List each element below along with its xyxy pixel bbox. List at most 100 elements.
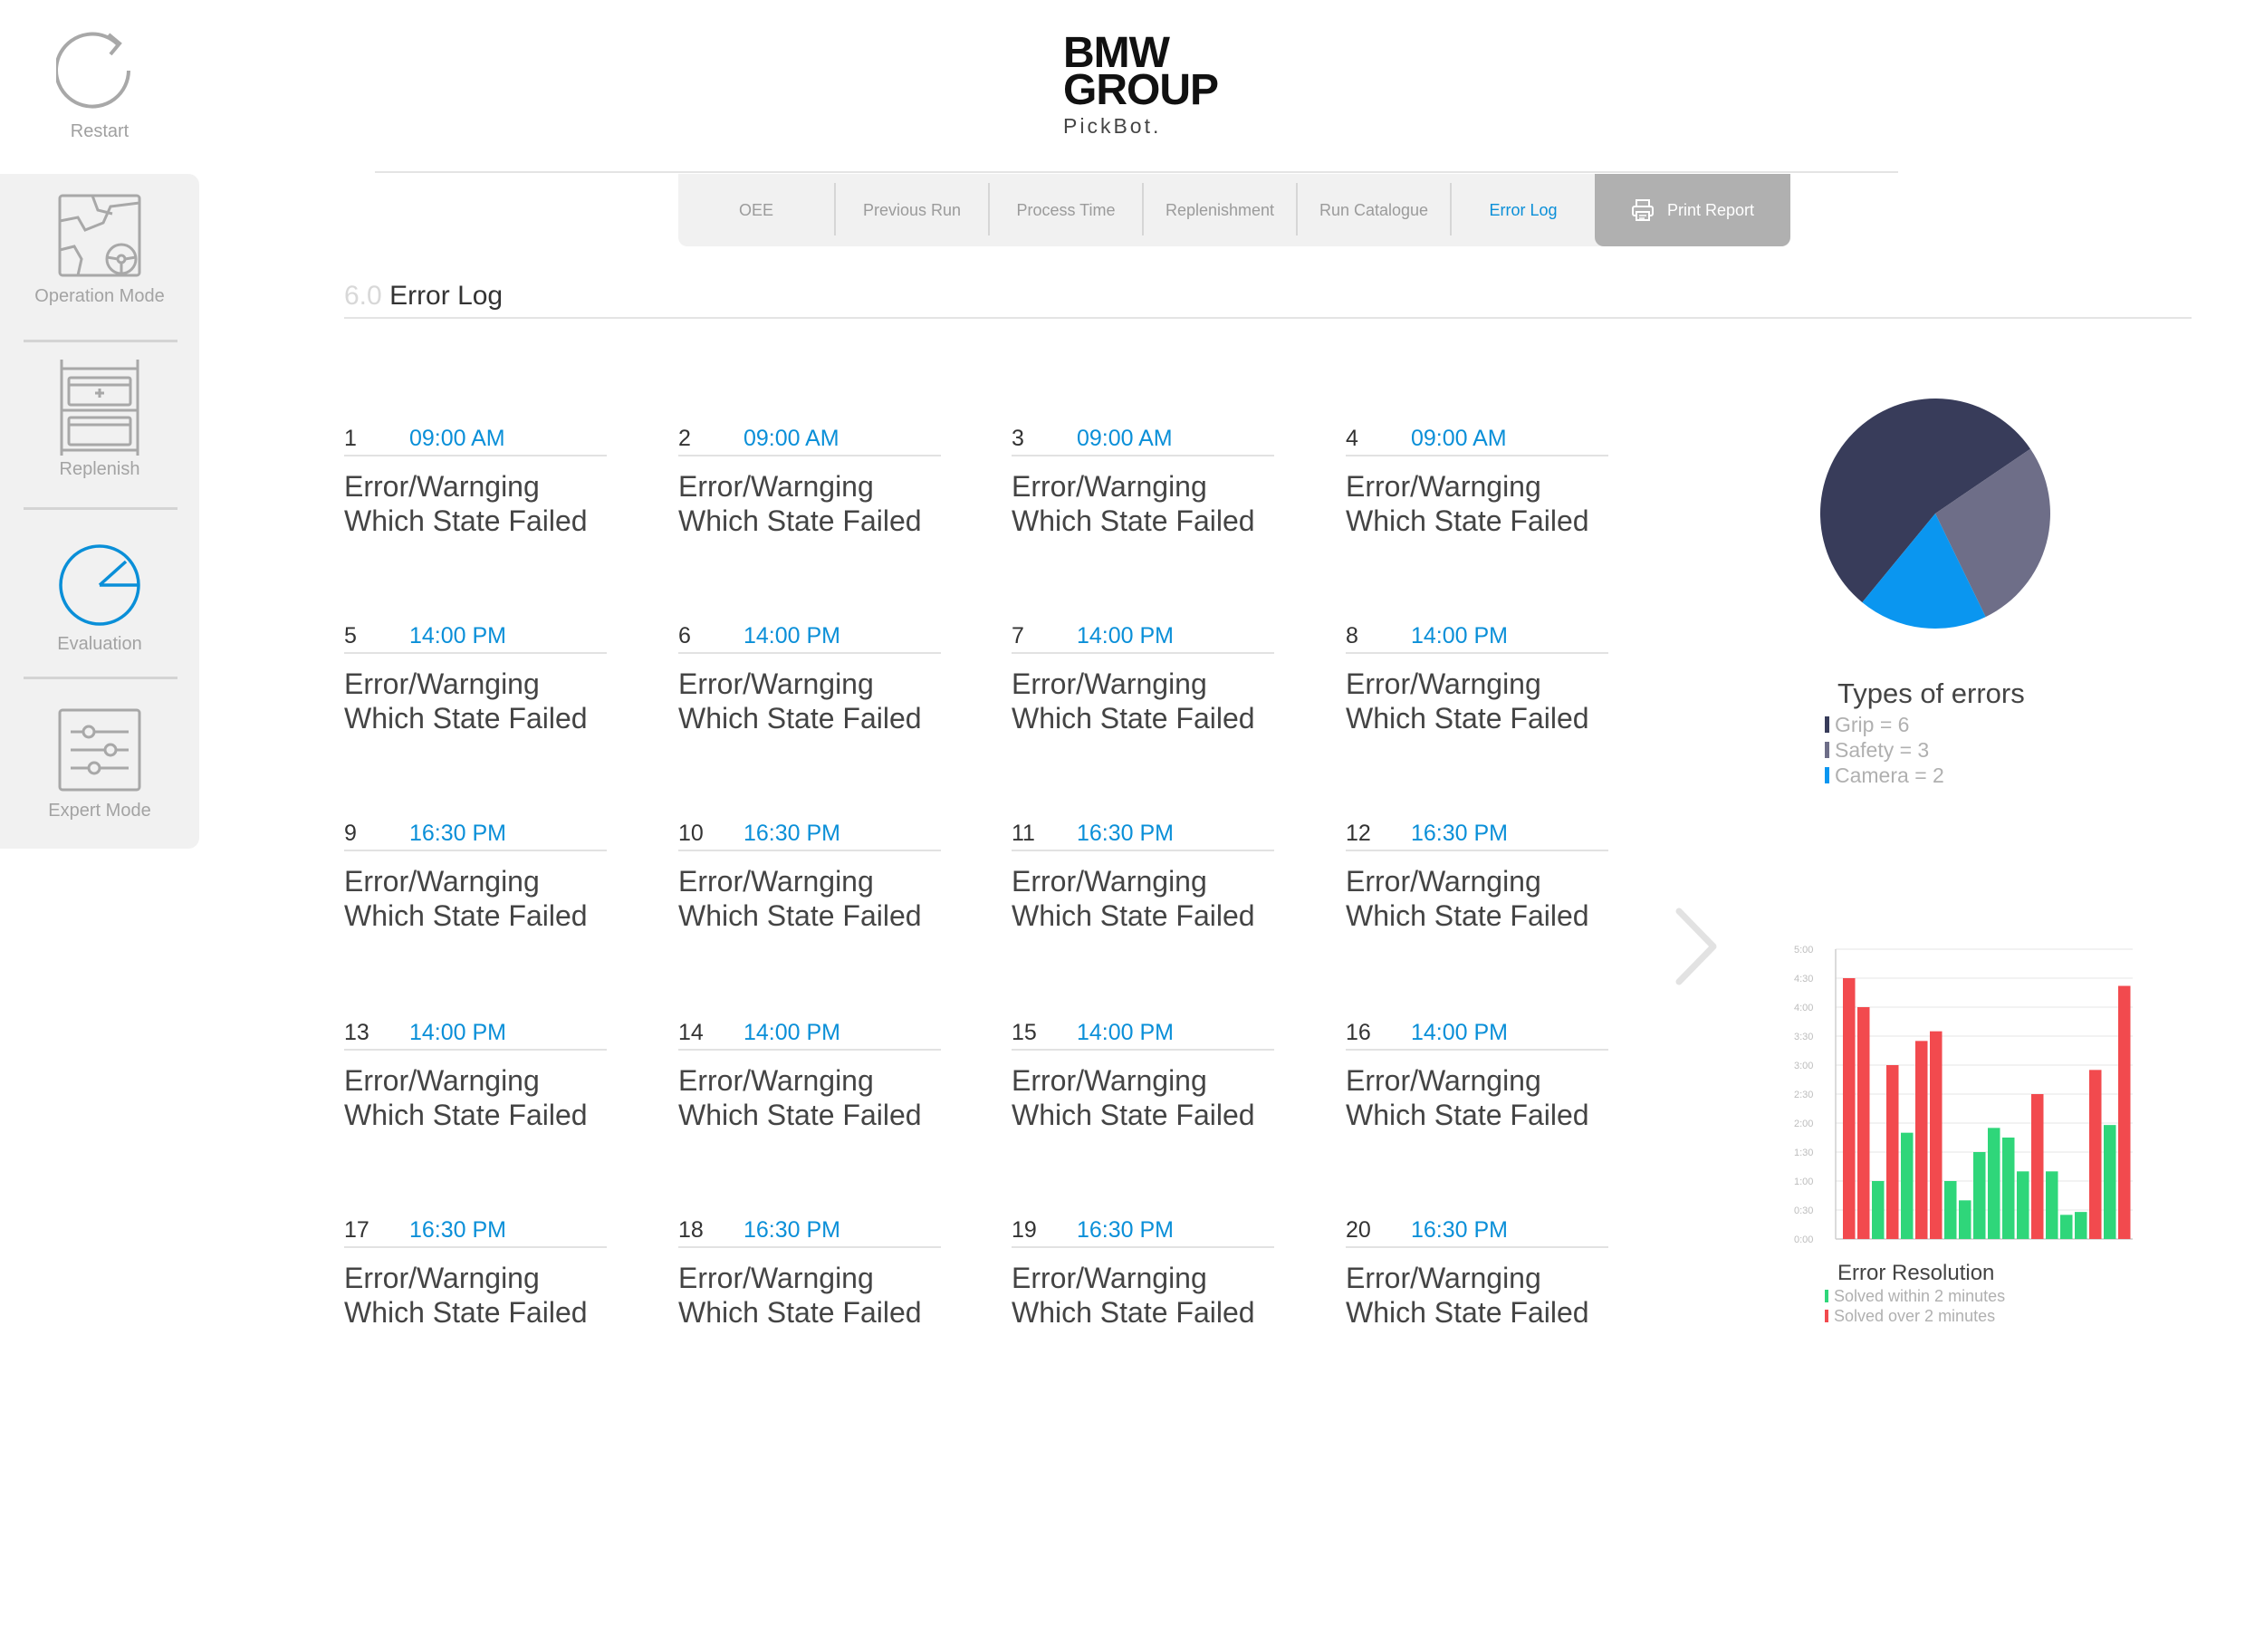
pie-chart-icon <box>59 544 140 626</box>
error-state: Which State Failed <box>1346 702 1589 735</box>
tab-label: Replenishment <box>1165 200 1275 219</box>
error-card-header: 17 16:30 PM <box>344 1215 607 1248</box>
error-time: 16:30 PM <box>409 821 507 846</box>
error-card-header: 11 16:30 PM <box>1012 819 1274 851</box>
tab-label: OEE <box>738 200 773 219</box>
map-steering-icon <box>58 194 141 277</box>
tab-replenishment[interactable]: Replenishment <box>1144 174 1296 246</box>
error-card[interactable]: 4 09:00 AM Error/Warnging Which State Faile… <box>1346 424 1608 538</box>
error-card[interactable]: 12 16:30 PM Error/Warnging Which State Fail… <box>1346 819 1608 933</box>
error-card[interactable]: 2 09:00 AM Error/Warnging Which State Faile… <box>678 424 941 538</box>
bar-within-2-minutes <box>2104 1125 2116 1239</box>
legend-label: Grip = 6 <box>1835 713 1910 736</box>
error-state: Which State Failed <box>1012 1099 1255 1131</box>
error-type: Error/Warnging <box>1346 470 1541 503</box>
bar-over-2-minutes <box>1843 978 1856 1239</box>
section-name: Error Log <box>389 281 504 311</box>
error-time: 16:30 PM <box>1411 1217 1509 1243</box>
tab-error-log[interactable]: Error Log <box>1452 174 1595 246</box>
error-card[interactable]: 16 14:00 PM Error/Warnging Which State Fail… <box>1346 1018 1608 1132</box>
tab-label: Previous Run <box>862 200 962 219</box>
y-tick-label: 1:00 <box>1794 1177 1813 1187</box>
tab-run-catalogue[interactable]: Run Catalogue <box>1298 174 1450 246</box>
sidebar-divider <box>24 507 177 510</box>
restart-label: Restart <box>70 121 130 141</box>
error-card-header: 5 14:00 PM <box>344 621 607 654</box>
error-card-header: 7 14:00 PM <box>1012 621 1274 654</box>
error-type: Error/Warnging <box>1012 865 1207 898</box>
print-report-button[interactable]: Print Report <box>1595 174 1790 246</box>
error-card[interactable]: 15 14:00 PM Error/Warnging Which State Fail… <box>1012 1018 1274 1132</box>
pie-legend-item: Camera = 2 <box>1825 763 1944 788</box>
error-type: Error/Warnging <box>1346 865 1541 898</box>
sidebar-item-operation-mode[interactable]: Operation Mode <box>0 194 199 307</box>
error-type: Error/Warnging <box>1012 668 1207 700</box>
bmw-group-logo: BMW GROUP PickBot. <box>1063 32 1262 139</box>
tab-label: Process Time <box>1016 200 1116 219</box>
error-state: Which State Failed <box>344 899 588 932</box>
legend-label: Safety = 3 <box>1835 738 1930 762</box>
header-divider <box>375 171 1898 173</box>
y-tick-label: 2:30 <box>1794 1090 1813 1100</box>
bar-over-2-minutes <box>2089 1070 2102 1239</box>
error-index: 10 <box>678 821 704 846</box>
error-card[interactable]: 13 14:00 PM Error/Warnging Which State Fail… <box>344 1018 607 1132</box>
sidebar-item-evaluation[interactable]: Evaluation <box>0 543 199 655</box>
error-type: Error/Warnging <box>1012 470 1207 503</box>
error-type: Error/Warnging <box>678 1064 874 1097</box>
error-index: 4 <box>1346 426 1358 451</box>
tab-process-time[interactable]: Process Time <box>990 174 1142 246</box>
error-index: 3 <box>1012 426 1024 451</box>
bar-over-2-minutes <box>2031 1094 2044 1239</box>
error-card[interactable]: 14 14:00 PM Error/Warnging Which State Fail… <box>678 1018 941 1132</box>
error-type: Error/Warnging <box>1346 1262 1541 1294</box>
error-index: 7 <box>1012 623 1024 648</box>
error-card[interactable]: 9 16:30 PM Error/Warnging Which State Faile… <box>344 819 607 933</box>
error-card[interactable]: 7 14:00 PM Error/Warnging Which State Faile… <box>1012 621 1274 735</box>
error-index: 12 <box>1346 821 1371 846</box>
error-card[interactable]: 6 14:00 PM Error/Warnging Which State Faile… <box>678 621 941 735</box>
error-card[interactable]: 5 14:00 PM Error/Warnging Which State Faile… <box>344 621 607 735</box>
error-card[interactable]: 17 16:30 PM Error/Warnging Which State Fail… <box>344 1215 607 1330</box>
legend-label: Camera = 2 <box>1835 764 1944 787</box>
error-time: 14:00 PM <box>409 1020 507 1045</box>
error-type: Error/Warnging <box>344 668 540 700</box>
error-card[interactable]: 18 16:30 PM Error/Warnging Which State Fail… <box>678 1215 941 1330</box>
error-type: Error/Warnging <box>1346 668 1541 700</box>
restart-button[interactable]: Restart <box>0 27 199 142</box>
error-time: 09:00 AM <box>409 426 505 451</box>
tab-oee[interactable]: OEE <box>678 174 834 246</box>
bar-legend-item: Solved within 2 minutes <box>1825 1286 2005 1306</box>
error-time: 14:00 PM <box>1411 1020 1509 1045</box>
error-index: 19 <box>1012 1217 1037 1243</box>
pie-chart-legend: Grip = 6 Safety = 3 Camera = 2 <box>1825 712 1944 788</box>
sidebar-item-replenish[interactable]: Replenish <box>0 360 199 480</box>
error-card[interactable]: 10 16:30 PM Error/Warnging Which State Fail… <box>678 819 941 933</box>
tab-previous-run[interactable]: Previous Run <box>836 174 988 246</box>
next-page-button[interactable] <box>1672 906 1722 992</box>
sidebar-item-label: Operation Mode <box>34 286 165 306</box>
sidebar-item-expert-mode[interactable]: Expert Mode <box>0 708 199 821</box>
error-card-header: 2 09:00 AM <box>678 424 941 456</box>
error-card[interactable]: 3 09:00 AM Error/Warnging Which State Faile… <box>1012 424 1274 538</box>
error-card[interactable]: 1 09:00 AM Error/Warnging Which State Faile… <box>344 424 607 538</box>
chevron-right-icon <box>1675 908 1717 985</box>
error-card[interactable]: 8 14:00 PM Error/Warnging Which State Faile… <box>1346 621 1608 735</box>
error-card-header: 9 16:30 PM <box>344 819 607 851</box>
error-state: Which State Failed <box>678 504 922 537</box>
bar-legend-item: Solved over 2 minutes <box>1825 1306 2005 1326</box>
legend-swatch <box>1825 1290 1828 1302</box>
bar-within-2-minutes <box>1872 1181 1885 1239</box>
bar-within-2-minutes <box>2046 1171 2058 1239</box>
error-time: 16:30 PM <box>743 1217 841 1243</box>
error-card[interactable]: 11 16:30 PM Error/Warnging Which State Fail… <box>1012 819 1274 933</box>
error-time: 14:00 PM <box>1411 623 1509 648</box>
legend-label: Solved over 2 minutes <box>1834 1307 1996 1325</box>
error-state: Which State Failed <box>1012 504 1255 537</box>
error-card[interactable]: 20 16:30 PM Error/Warnging Which State Fail… <box>1346 1215 1608 1330</box>
restart-icon <box>56 32 130 109</box>
error-card[interactable]: 19 16:30 PM Error/Warnging Which State Fail… <box>1012 1215 1274 1330</box>
y-tick-label: 0:00 <box>1794 1234 1813 1245</box>
error-index: 17 <box>344 1217 369 1243</box>
bar-within-2-minutes <box>2060 1215 2073 1239</box>
